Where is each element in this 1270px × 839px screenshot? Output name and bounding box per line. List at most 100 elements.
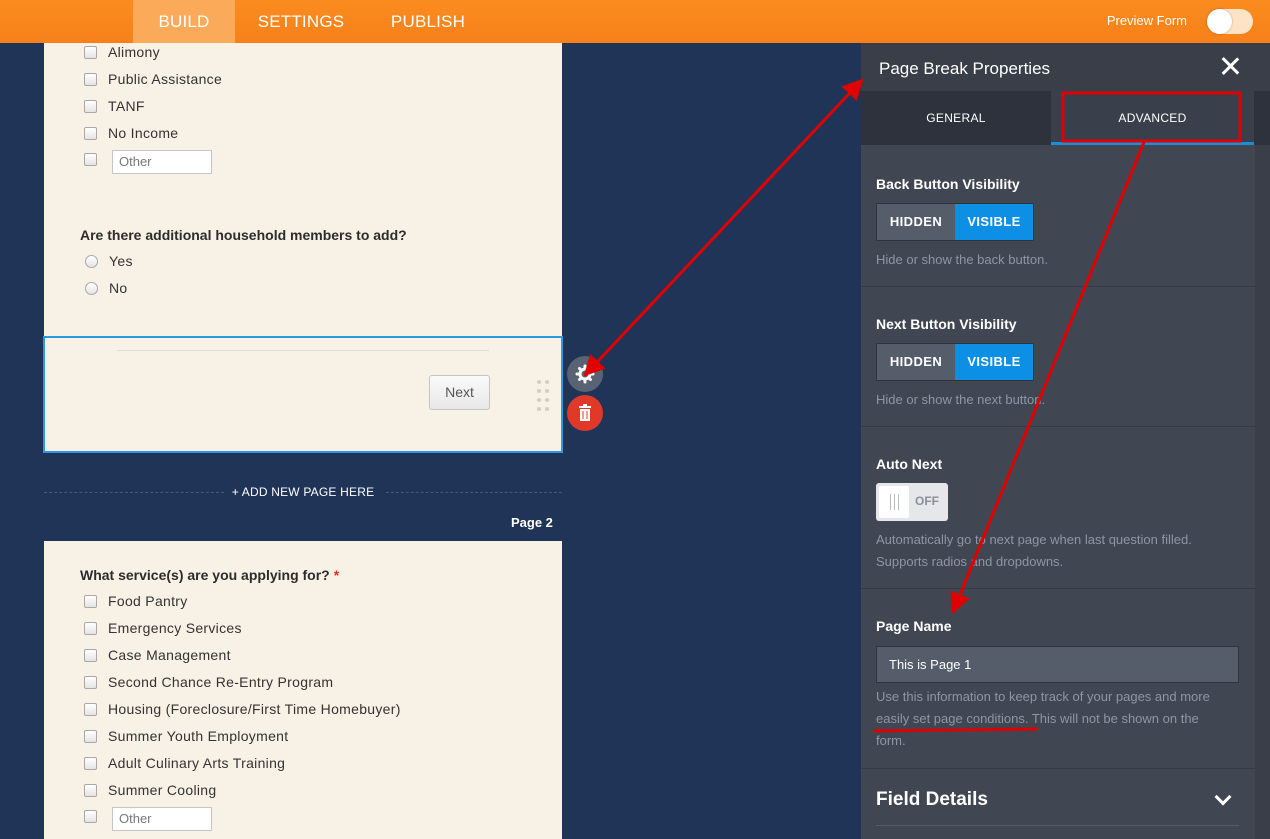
next-button[interactable]: Next xyxy=(429,375,490,410)
checkbox[interactable] xyxy=(84,810,97,823)
panel-scrollbar[interactable] xyxy=(1255,145,1270,839)
back-visibility-label: Back Button Visibility xyxy=(876,176,1020,192)
option-label: Summer Youth Employment xyxy=(108,728,289,744)
option-label: Second Chance Re-Entry Program xyxy=(108,674,334,690)
checkbox[interactable] xyxy=(84,756,97,770)
visible-option[interactable]: VISIBLE xyxy=(955,204,1033,240)
preview-form-toggle[interactable] xyxy=(1207,9,1253,34)
tab-build[interactable]: BUILD xyxy=(133,0,235,43)
auto-next-toggle[interactable]: OFF xyxy=(876,483,948,521)
tab-settings[interactable]: SETTINGS xyxy=(246,0,356,43)
next-visibility-hint: Hide or show the next button. xyxy=(876,392,1046,407)
option-label: No Income xyxy=(108,125,179,141)
drag-handle-icon[interactable] xyxy=(537,380,551,411)
hint-highlight: easily set page conditions. xyxy=(876,711,1029,726)
close-icon[interactable] xyxy=(1219,55,1241,77)
preview-form-label: Preview Form xyxy=(1106,13,1187,28)
panel-title: Page Break Properties xyxy=(879,59,1051,78)
other-text-input[interactable]: Other xyxy=(112,150,212,174)
tab-general[interactable]: GENERAL xyxy=(861,91,1051,145)
tab-publish[interactable]: PUBLISH xyxy=(378,0,478,43)
radio[interactable] xyxy=(85,254,98,268)
radio[interactable] xyxy=(85,281,98,295)
option-label: Public Assistance xyxy=(108,71,223,87)
household-question: Are there additional household members t… xyxy=(80,227,407,243)
option-summer-youth[interactable]: Summer Youth Employment xyxy=(84,728,288,744)
other-text-input-2[interactable]: Other xyxy=(112,807,212,831)
option-label: Food Pantry xyxy=(108,593,188,609)
next-visibility-section: Next Button Visibility HIDDEN VISIBLE Hi… xyxy=(861,287,1255,427)
checkbox[interactable] xyxy=(84,594,97,608)
page-break-divider xyxy=(117,350,489,351)
option-no-income[interactable]: No Income xyxy=(84,125,178,141)
option-tanf[interactable]: TANF xyxy=(84,98,145,114)
properties-panel: Page Break Properties GENERAL ADVANCED B… xyxy=(861,43,1270,839)
hidden-option[interactable]: HIDDEN xyxy=(877,204,955,240)
option-label: Alimony xyxy=(108,44,160,60)
checkbox[interactable] xyxy=(84,99,97,113)
option-alimony[interactable]: Alimony xyxy=(84,44,160,60)
auto-next-section: Auto Next OFF Automatically go to next p… xyxy=(861,427,1255,589)
top-nav-bar: BUILD SETTINGS PUBLISH Preview Form xyxy=(0,0,1270,43)
option-label: No xyxy=(109,280,128,296)
next-visibility-label: Next Button Visibility xyxy=(876,316,1017,332)
services-question: What service(s) are you applying for? * xyxy=(80,567,339,583)
panel-header: Page Break Properties xyxy=(861,43,1270,91)
option-label: Yes xyxy=(109,253,133,269)
back-visibility-toggle[interactable]: HIDDEN VISIBLE xyxy=(876,203,1034,241)
field-details-divider xyxy=(876,825,1239,826)
next-visibility-toggle[interactable]: HIDDEN VISIBLE xyxy=(876,343,1034,381)
annotation-arrow xyxy=(583,78,864,377)
visible-option[interactable]: VISIBLE xyxy=(955,344,1033,380)
option-other-2[interactable] xyxy=(84,810,108,823)
option-label: Case Management xyxy=(108,647,231,663)
option-label: Adult Culinary Arts Training xyxy=(108,755,286,771)
toggle-knob xyxy=(879,486,909,518)
auto-next-label: Auto Next xyxy=(876,456,943,472)
gear-icon xyxy=(575,364,595,384)
back-visibility-hint: Hide or show the back button. xyxy=(876,252,1048,267)
checkbox[interactable] xyxy=(84,675,97,689)
option-public-assistance[interactable]: Public Assistance xyxy=(84,71,222,87)
checkbox[interactable] xyxy=(84,702,97,716)
option-summer-cooling[interactable]: Summer Cooling xyxy=(84,782,216,798)
delete-field-button[interactable] xyxy=(567,395,603,431)
page-name-hint-3: form. xyxy=(876,733,906,748)
option-label: Housing (Foreclosure/First Time Homebuye… xyxy=(108,701,401,717)
option-case-management[interactable]: Case Management xyxy=(84,647,231,663)
option-label: Summer Cooling xyxy=(108,782,217,798)
page-2-label: Page 2 xyxy=(511,515,553,530)
page-name-hint-2: easily set page conditions. This will no… xyxy=(876,708,1199,730)
option-no[interactable]: No xyxy=(85,280,128,296)
properties-gear-button[interactable] xyxy=(567,356,603,392)
toggle-knob xyxy=(1207,9,1232,34)
auto-next-hint-2: Supports radios and dropdowns. xyxy=(876,554,1064,569)
checkbox[interactable] xyxy=(84,783,97,797)
required-asterisk: * xyxy=(333,567,340,583)
option-second-chance[interactable]: Second Chance Re-Entry Program xyxy=(84,674,333,690)
page-break-field[interactable]: Next xyxy=(43,336,563,453)
option-other[interactable] xyxy=(84,153,108,166)
tab-advanced[interactable]: ADVANCED xyxy=(1051,91,1254,145)
option-yes[interactable]: Yes xyxy=(85,253,133,269)
option-culinary-arts[interactable]: Adult Culinary Arts Training xyxy=(84,755,285,771)
back-visibility-section: Back Button Visibility HIDDEN VISIBLE Hi… xyxy=(861,145,1255,287)
checkbox[interactable] xyxy=(84,72,97,86)
field-details-heading[interactable]: Field Details xyxy=(876,789,988,811)
checkbox[interactable] xyxy=(84,45,97,59)
checkbox[interactable] xyxy=(84,729,97,743)
option-housing[interactable]: Housing (Foreclosure/First Time Homebuye… xyxy=(84,701,401,717)
hidden-option[interactable]: HIDDEN xyxy=(877,344,955,380)
chevron-down-icon[interactable] xyxy=(1214,788,1232,806)
option-emergency-services[interactable]: Emergency Services xyxy=(84,620,242,636)
add-new-page-link[interactable]: + ADD NEW PAGE HERE xyxy=(44,485,562,499)
option-label: Emergency Services xyxy=(108,620,242,636)
checkbox[interactable] xyxy=(84,621,97,635)
checkbox[interactable] xyxy=(84,126,97,140)
question-text: What service(s) are you applying for? xyxy=(80,567,330,583)
page-name-hint-1: Use this information to keep track of yo… xyxy=(876,689,1210,704)
checkbox[interactable] xyxy=(84,153,97,166)
option-food-pantry[interactable]: Food Pantry xyxy=(84,593,188,609)
checkbox[interactable] xyxy=(84,648,97,662)
page-name-input[interactable]: This is Page 1 xyxy=(876,646,1239,683)
